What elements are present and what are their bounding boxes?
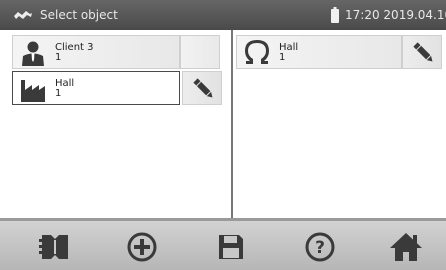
edit-button[interactable]: [402, 35, 442, 69]
home-button[interactable]: [386, 229, 426, 265]
binder-button[interactable]: [35, 229, 75, 265]
panel-divider: [231, 30, 233, 218]
page-title: Select object: [40, 8, 118, 22]
edit-button[interactable]: [182, 71, 222, 105]
item-number: 1: [55, 88, 62, 99]
home-icon: [390, 233, 422, 261]
list-item-hall-selected[interactable]: Hall 1: [12, 71, 180, 105]
binder-icon: [39, 235, 68, 259]
pencil-icon: [413, 42, 433, 62]
add-icon: [127, 232, 157, 262]
item-number: 1: [279, 52, 286, 63]
save-icon: [219, 235, 243, 259]
omega-icon: [245, 40, 269, 64]
date-text: 2019.04.10: [383, 8, 446, 22]
item-number: 1: [55, 52, 62, 63]
bottom-toolbar: ?: [0, 218, 446, 270]
edit-slot-empty: [180, 35, 220, 69]
snake-logo-icon: [14, 11, 32, 19]
battery-icon: [331, 7, 339, 23]
factory-icon: [21, 80, 45, 102]
list-item-client[interactable]: Client 3 1: [12, 35, 180, 69]
person-icon: [22, 41, 44, 66]
add-button[interactable]: [122, 229, 162, 265]
title-bar: Select object 17:20 2019.04.10: [0, 0, 446, 30]
clock: 17:20 2019.04.10: [345, 8, 446, 22]
help-button[interactable]: ?: [300, 229, 340, 265]
svg-text:?: ?: [315, 238, 325, 258]
time-text: 17:20: [345, 8, 380, 22]
list-item-hall[interactable]: Hall 1: [236, 35, 402, 69]
pencil-icon: [193, 78, 213, 98]
help-icon: ?: [305, 232, 335, 262]
save-button[interactable]: [211, 229, 251, 265]
